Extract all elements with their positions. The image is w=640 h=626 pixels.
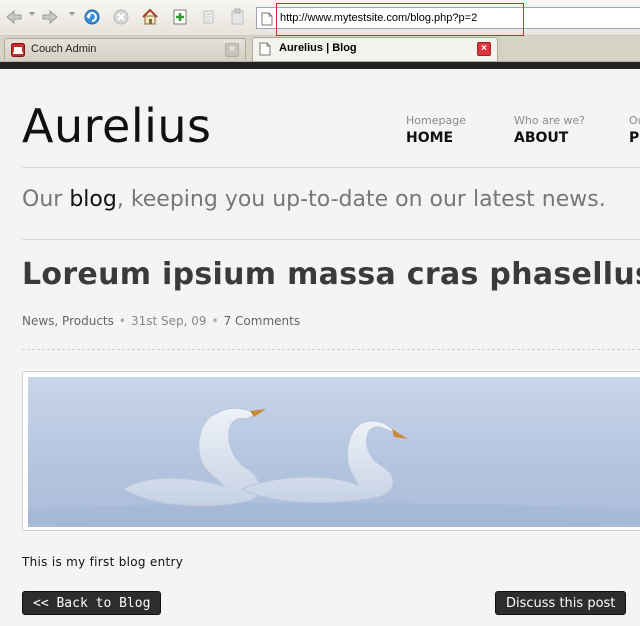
header-divider	[22, 167, 640, 168]
page-icon	[261, 11, 273, 30]
back-icon[interactable]	[4, 8, 24, 26]
page-top-strip	[0, 62, 640, 69]
meta-separator: •	[211, 314, 219, 328]
close-tab-icon[interactable]: ×	[477, 42, 491, 56]
new-tab-icon[interactable]	[170, 8, 190, 26]
nav-item-label[interactable]: HOME	[406, 130, 466, 146]
post-categories[interactable]: News, Products	[22, 314, 114, 328]
tab-aurelius-blog[interactable]: Aurelius | Blog ×	[252, 37, 498, 61]
post-body: This is my first blog entry	[22, 555, 184, 569]
home-icon[interactable]	[140, 8, 160, 26]
tagline-divider	[22, 239, 640, 240]
post-meta: News, Products • 31st Sep, 09 • 7 Comments	[22, 314, 300, 328]
page-content: Aurelius Homepage HOME Who are we? ABOUT…	[0, 69, 640, 626]
tab-couch-admin[interactable]: Couch Admin ×	[4, 38, 246, 60]
paste-icon[interactable]	[228, 8, 248, 26]
site-title[interactable]: Aurelius	[22, 99, 212, 153]
tagline-prefix: Our	[22, 187, 70, 212]
post-title[interactable]: Loreum ipsium massa cras phasellus	[22, 257, 640, 292]
cut-icon[interactable]	[199, 8, 219, 26]
nav-item-subtitle: Our	[629, 114, 640, 127]
post-image-swans	[28, 377, 640, 527]
tab-bar: Couch Admin × Aurelius | Blog ×	[0, 36, 640, 62]
post-date: 31st Sep, 09	[130, 314, 207, 328]
tab-label: Aurelius | Blog	[279, 42, 357, 54]
nav-item-portfolio[interactable]: Our PO	[629, 114, 640, 146]
tagline-emphasis: blog	[69, 187, 117, 212]
nav-item-home[interactable]: Homepage HOME	[406, 114, 466, 146]
post-image-frame	[22, 371, 640, 531]
meta-separator: •	[118, 314, 126, 328]
meta-divider	[22, 349, 640, 350]
nav-item-subtitle: Who are we?	[514, 114, 585, 127]
forward-history-dropdown-icon[interactable]	[69, 12, 75, 16]
back-history-dropdown-icon[interactable]	[29, 12, 35, 16]
discuss-post-button[interactable]: Discuss this post	[495, 591, 627, 615]
url-highlight-annotation	[276, 3, 524, 36]
tab-label: Couch Admin	[31, 43, 97, 55]
tagline-suffix: , keeping you up-to-date on our latest n…	[116, 187, 606, 212]
close-tab-icon[interactable]: ×	[225, 43, 239, 57]
blog-tagline: Our blog, keeping you up-to-date on our …	[22, 187, 606, 212]
nav-item-label[interactable]: ABOUT	[514, 130, 585, 146]
nav-item-about[interactable]: Who are we? ABOUT	[514, 114, 585, 146]
browser-toolbar: http://www.mytestsite.com/blog.php?p=2	[0, 0, 640, 36]
page-icon	[259, 42, 271, 59]
post-comments-link[interactable]: 7 Comments	[224, 314, 301, 328]
nav-item-subtitle: Homepage	[406, 114, 466, 127]
back-to-blog-button[interactable]: << Back to Blog	[22, 591, 162, 615]
forward-icon[interactable]	[40, 8, 60, 26]
nav-item-label[interactable]: PO	[629, 130, 640, 146]
reload-icon[interactable]	[82, 8, 102, 26]
couch-admin-favicon-icon	[11, 43, 25, 60]
stop-icon[interactable]	[111, 8, 131, 26]
